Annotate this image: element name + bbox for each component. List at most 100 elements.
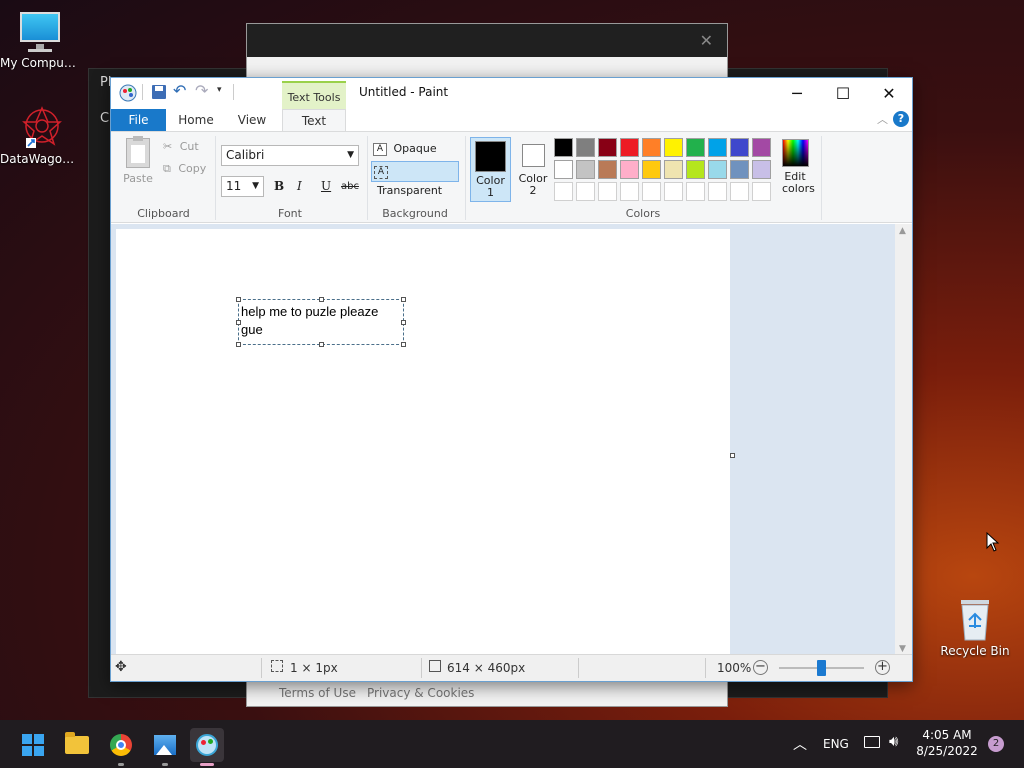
network-icon[interactable] [864, 736, 880, 748]
text-box[interactable]: help me to puzle pleaze gue [236, 297, 406, 347]
color-swatch[interactable] [730, 138, 749, 157]
color-swatch[interactable] [642, 160, 661, 179]
scroll-up-icon[interactable]: ▲ [899, 226, 906, 236]
taskbar-chrome[interactable] [104, 728, 138, 766]
opaque-button[interactable]: A Opaque [373, 140, 459, 158]
undo-icon[interactable]: ↶ [173, 81, 186, 100]
color-swatch[interactable] [620, 160, 639, 179]
resize-handle[interactable] [401, 297, 406, 302]
resize-handle[interactable] [236, 297, 241, 302]
zoom-slider-thumb[interactable] [817, 660, 826, 676]
color-swatch[interactable] [642, 138, 661, 157]
ribbon-tabs: File Home View Text ︿ ? [111, 109, 912, 132]
color-swatch[interactable] [576, 138, 595, 157]
color-swatch[interactable] [620, 182, 639, 201]
desktop-icon-my-computer[interactable]: My Computer [0, 10, 80, 70]
color-swatch[interactable] [664, 138, 683, 157]
color-swatch[interactable] [730, 182, 749, 201]
color-swatch[interactable] [708, 160, 727, 179]
color-swatch[interactable] [554, 160, 573, 179]
resize-handle[interactable] [319, 297, 324, 302]
maximize-button[interactable]: ☐ [820, 78, 866, 108]
language-indicator[interactable]: ENG [823, 737, 849, 751]
show-hidden-icons[interactable]: ︿ [793, 734, 807, 754]
clock[interactable]: 4:05 AM 8/25/2022 [912, 727, 982, 759]
tab-file[interactable]: File [111, 109, 166, 131]
taskbar-file-explorer[interactable] [60, 728, 94, 762]
resize-handle[interactable] [401, 342, 406, 347]
resize-handle[interactable] [401, 320, 406, 325]
bold-button[interactable]: B [274, 179, 284, 193]
paint-app-icon[interactable] [119, 84, 137, 102]
clipboard-icon [126, 136, 150, 168]
resize-handle[interactable] [236, 342, 241, 347]
paint-window[interactable]: ↶ ↷ ▾ Text Tools Untitled - Paint ─ ☐ ✕ … [110, 77, 913, 682]
color-swatch[interactable] [664, 160, 683, 179]
taskbar-paint[interactable] [190, 728, 224, 766]
color-swatch[interactable] [708, 182, 727, 201]
tab-view[interactable]: View [227, 109, 277, 131]
canvas-resize-handle[interactable] [730, 453, 735, 458]
color-swatch[interactable] [686, 160, 705, 179]
color-swatch[interactable] [598, 182, 617, 201]
customize-quick-access-icon[interactable]: ▾ [217, 85, 222, 95]
strikethrough-button[interactable]: abc [341, 181, 359, 192]
help-icon[interactable]: ? [893, 111, 909, 127]
tab-home[interactable]: Home [171, 109, 221, 131]
color-swatch[interactable] [642, 182, 661, 201]
notification-badge[interactable]: 2 [988, 736, 1004, 752]
resize-handle[interactable] [236, 320, 241, 325]
color2-label: Color 2 [518, 172, 548, 197]
zoom-slider[interactable] [779, 660, 864, 676]
color-swatch[interactable] [752, 182, 771, 201]
taskbar-photos[interactable] [148, 728, 182, 766]
start-button[interactable] [16, 728, 50, 762]
minimize-button[interactable]: ─ [774, 78, 820, 108]
font-size-select[interactable]: 11 ▼ [221, 176, 264, 197]
zoom-in-icon[interactable]: + [875, 660, 890, 675]
cut-button[interactable]: ✂ Cut [163, 140, 199, 153]
vertical-scrollbar[interactable]: ▲ ▼ [895, 224, 912, 656]
close-icon[interactable]: ✕ [700, 31, 713, 50]
color-swatch[interactable] [576, 182, 595, 201]
color-swatch[interactable] [598, 160, 617, 179]
ribbon: Paste ✂ Cut ⧉ Copy Clipboard Calibri ▼ 1… [111, 131, 912, 223]
volume-icon[interactable]: 🔊︎ [889, 732, 898, 750]
collapse-ribbon-icon[interactable]: ︿ [877, 111, 888, 127]
color-swatch[interactable] [664, 182, 683, 201]
close-button[interactable]: ✕ [866, 78, 912, 108]
color-swatch[interactable] [554, 182, 573, 201]
color-swatch[interactable] [730, 160, 749, 179]
drawing-canvas[interactable]: help me to puzle pleaze gue [116, 229, 730, 656]
color-swatch[interactable] [708, 138, 727, 157]
color-swatch[interactable] [752, 138, 771, 157]
privacy-link[interactable]: Privacy & Cookies [367, 686, 474, 700]
scroll-down-icon[interactable]: ▼ [899, 644, 906, 654]
transparent-button[interactable]: A Transparent [371, 161, 459, 197]
redo-icon[interactable]: ↷ [195, 81, 208, 100]
paste-button[interactable]: Paste [121, 136, 155, 188]
zoom-out-icon[interactable]: − [753, 660, 768, 675]
desktop-icon-datawagon[interactable]: DataWagon... [0, 104, 80, 166]
color-wheel-icon [781, 139, 809, 167]
italic-button[interactable]: I [297, 179, 302, 193]
color-swatch[interactable] [620, 138, 639, 157]
color-swatch[interactable] [686, 182, 705, 201]
color-swatch[interactable] [576, 160, 595, 179]
save-icon[interactable] [152, 85, 166, 99]
color-swatch[interactable] [752, 160, 771, 179]
color2-button[interactable]: Color 2 [514, 137, 552, 202]
resize-handle[interactable] [319, 342, 324, 347]
color-swatch[interactable] [554, 138, 573, 157]
tab-text[interactable]: Text [282, 109, 346, 132]
terms-link[interactable]: Terms of Use [279, 686, 356, 700]
text-box-line: help me to puzle pleaze [241, 304, 379, 319]
edit-colors-button[interactable]: Edit colors [775, 137, 815, 202]
color1-button[interactable]: Color 1 [470, 137, 511, 202]
underline-button[interactable]: U [321, 179, 331, 193]
font-family-select[interactable]: Calibri ▼ [221, 145, 359, 166]
copy-button[interactable]: ⧉ Copy [163, 162, 206, 176]
desktop-icon-recycle-bin[interactable]: Recycle Bin [935, 596, 1015, 658]
color-swatch[interactable] [598, 138, 617, 157]
color-swatch[interactable] [686, 138, 705, 157]
